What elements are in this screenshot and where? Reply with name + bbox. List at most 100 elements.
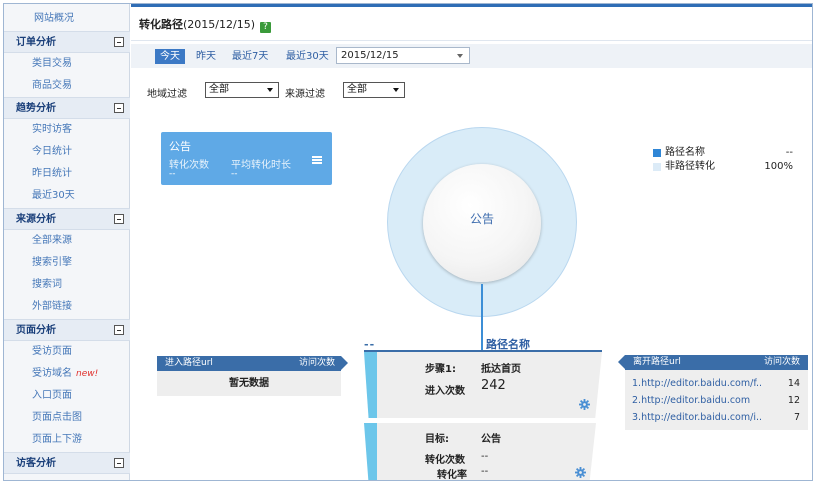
- exit-count: 14: [787, 378, 800, 389]
- divider: [131, 40, 812, 41]
- legend-item[interactable]: 路径名称 --: [653, 146, 793, 160]
- sidebar-section-source[interactable]: 来源分析: [4, 208, 130, 230]
- conv-count-label: 转化次数: [425, 455, 465, 466]
- legend-item[interactable]: 非路径转化 100%: [653, 160, 793, 174]
- entry-count-label: 进入次数: [425, 386, 465, 397]
- collapse-icon[interactable]: [114, 325, 124, 335]
- goal-name: 公告: [481, 434, 501, 445]
- goal-label: 目标:: [425, 434, 449, 445]
- step-label: 步骤1:: [425, 364, 456, 375]
- section-title: 访客分析: [16, 458, 56, 469]
- legend-swatch: [653, 149, 661, 157]
- entry-path-header: 进入路径url 访问次数: [157, 356, 348, 371]
- menu-icon[interactable]: [312, 156, 322, 165]
- sidebar-section-trend[interactable]: 趋势分析: [4, 97, 130, 119]
- legend-swatch: [653, 163, 661, 171]
- region-filter-select[interactable]: 全部: [205, 82, 279, 98]
- sidebar-item-last30[interactable]: 最近30天: [4, 185, 130, 207]
- sidebar-item-product-trade[interactable]: 商品交易: [4, 75, 130, 97]
- sidebar-item-label: 搜索词: [32, 279, 62, 290]
- chart-legend: 路径名称 -- 非路径转化 100%: [653, 146, 793, 174]
- list-item[interactable]: 3.http://editor.baidu.com/i.. 7: [632, 409, 800, 426]
- exit-url-link[interactable]: 3.http://editor.baidu.com/i..: [632, 409, 762, 426]
- date-button-last30[interactable]: 最近30天: [281, 49, 334, 64]
- sidebar-item-label: 搜索引擎: [32, 257, 72, 268]
- collapse-icon[interactable]: [114, 37, 124, 47]
- chevron-down-icon: [457, 54, 463, 58]
- section-title: 趋势分析: [16, 103, 56, 114]
- exit-count-header: 访问次数: [763, 357, 800, 367]
- step-card-1[interactable]: 步骤1: 抵达首页 进入次数 242: [377, 352, 602, 418]
- sidebar-item-today[interactable]: 今日统计: [4, 141, 130, 163]
- date-range-bar: 今天 昨天 最近7天 最近30天 2015/12/15: [131, 44, 812, 68]
- sidebar-item-visited-pages[interactable]: 受访页面: [4, 341, 130, 363]
- sidebar-item-label: 类目交易: [32, 58, 72, 69]
- sidebar-section-pages[interactable]: 页面分析: [4, 319, 130, 341]
- sidebar-item-search-engine[interactable]: 搜索引擎: [4, 252, 130, 274]
- sidebar-item-label: 实时访客: [32, 124, 72, 135]
- region-filter-value: 全部: [209, 84, 229, 95]
- exit-url-link[interactable]: 1.http://editor.baidu.com/f..: [632, 375, 762, 392]
- chevron-down-icon: [393, 88, 399, 92]
- legend-label: 路径名称: [665, 147, 705, 158]
- entry-count-value: 242: [481, 378, 506, 393]
- page-title-date: (2015/12/15): [183, 18, 255, 31]
- path-header: -- 路径名称: [364, 336, 602, 351]
- list-item[interactable]: 2.http://editor.baidu.com 12: [632, 392, 800, 409]
- new-badge: new!: [76, 369, 99, 379]
- sidebar-section-orders[interactable]: 订单分析: [4, 31, 130, 53]
- sidebar-item-label: 商品交易: [32, 80, 72, 91]
- exit-path-header: 离开路径url 访问次数: [618, 355, 808, 370]
- date-select[interactable]: 2015/12/15: [336, 47, 470, 64]
- sidebar-item-up-downstream[interactable]: 页面上下游: [4, 429, 130, 451]
- sidebar-section-visitors[interactable]: 访客分析: [4, 452, 130, 474]
- avg-duration-value: --: [231, 169, 238, 179]
- conv-rate-value: --: [481, 466, 489, 477]
- conversion-summary-card[interactable]: 公告 转化次数 -- 平均转化时长 --: [161, 132, 332, 185]
- step-name: 抵达首页: [481, 364, 521, 375]
- exit-url-link[interactable]: 2.http://editor.baidu.com: [632, 392, 762, 409]
- sidebar-item-search-words[interactable]: 搜索词: [4, 274, 130, 296]
- sidebar-item-label: 入口页面: [32, 390, 72, 401]
- page-title-text: 转化路径: [139, 18, 183, 31]
- source-filter-label: 来源过滤: [285, 89, 325, 100]
- entry-count-header: 访问次数: [298, 358, 335, 368]
- empty-state: 暂无数据: [157, 371, 341, 396]
- page-title: 转化路径(2015/12/15)?: [139, 16, 271, 33]
- sidebar-item-realtime[interactable]: 实时访客: [4, 119, 130, 141]
- app-window: 网站概况 订单分析 类目交易 商品交易 趋势分析 实时访客 今日统计 昨日统计 …: [3, 3, 813, 481]
- sidebar-item-visited-domains[interactable]: 受访域名 new!: [4, 363, 130, 385]
- step-stripe: [364, 423, 377, 480]
- list-item[interactable]: 1.http://editor.baidu.com/f.. 14: [632, 375, 800, 392]
- collapse-icon[interactable]: [114, 103, 124, 113]
- help-icon[interactable]: ?: [259, 22, 271, 33]
- collapse-icon[interactable]: [114, 214, 124, 224]
- sidebar-item-label: 受访域名: [32, 368, 72, 379]
- sidebar-item-label: 昨日统计: [32, 168, 72, 179]
- region-filter-label: 地域过滤: [147, 89, 187, 100]
- legend-label: 非路径转化: [665, 161, 715, 172]
- date-button-today[interactable]: 今天: [155, 49, 185, 64]
- sidebar-item-click-map[interactable]: 页面点击图: [4, 407, 130, 429]
- date-button-yesterday[interactable]: 昨天: [191, 49, 221, 64]
- sidebar-item-label: 受访页面: [32, 346, 72, 357]
- exit-path-list: 1.http://editor.baidu.com/f.. 14 2.http:…: [625, 370, 808, 430]
- date-button-last7[interactable]: 最近7天: [227, 49, 273, 64]
- entry-url-header: 进入路径url: [165, 358, 213, 368]
- sidebar-item-external-links[interactable]: 外部链接: [4, 296, 130, 318]
- exit-count: 12: [787, 395, 800, 406]
- sidebar-item-yesterday[interactable]: 昨日统计: [4, 163, 130, 185]
- exit-url-header: 离开路径url: [633, 357, 681, 367]
- sidebar-item-category-trade[interactable]: 类目交易: [4, 53, 130, 75]
- sidebar-item-entry-pages[interactable]: 入口页面: [4, 385, 130, 407]
- source-filter-select[interactable]: 全部: [343, 82, 405, 98]
- top-accent-bar: [131, 4, 812, 7]
- gear-icon[interactable]: [579, 399, 590, 410]
- goal-card[interactable]: 目标: 公告 转化次数 -- 转化率 --: [377, 423, 596, 480]
- gear-icon[interactable]: [575, 467, 586, 478]
- sidebar: 网站概况 订单分析 类目交易 商品交易 趋势分析 实时访客 今日统计 昨日统计 …: [4, 4, 130, 480]
- collapse-icon[interactable]: [114, 458, 124, 468]
- sidebar-item-label: 页面点击图: [32, 412, 82, 423]
- sidebar-item-all-sources[interactable]: 全部来源: [4, 230, 130, 252]
- sidebar-item-overview[interactable]: 网站概况: [4, 8, 130, 30]
